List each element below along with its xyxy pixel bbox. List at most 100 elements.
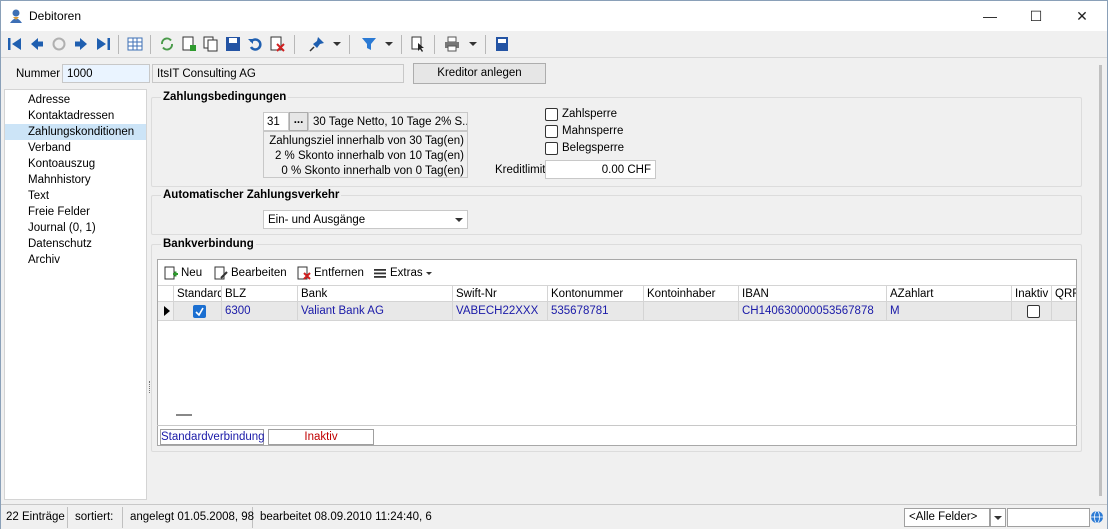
zahlungsverkehr-select[interactable]: Ein- und Ausgänge bbox=[263, 210, 468, 229]
col-standard[interactable]: Standard bbox=[174, 286, 222, 302]
close-button[interactable]: ✕ bbox=[1059, 1, 1105, 31]
nav-item-datenschutz[interactable]: Datenschutz bbox=[5, 236, 146, 252]
chevron-down-icon bbox=[333, 42, 341, 46]
col-kontoinhaber[interactable]: Kontoinhaber bbox=[644, 286, 739, 302]
next-record-button[interactable] bbox=[72, 35, 90, 53]
new-record-button[interactable] bbox=[180, 35, 198, 53]
printer-icon bbox=[445, 36, 459, 52]
filter-dropdown[interactable] bbox=[384, 35, 394, 53]
zahlungskondition-description: 30 Tage Netto, 10 Tage 2% S... bbox=[308, 112, 468, 131]
nav-item-freie-felder[interactable]: Freie Felder bbox=[5, 204, 146, 220]
nav-item-kontoauszug[interactable]: Kontoauszug bbox=[5, 156, 146, 172]
col-iban[interactable]: IBAN bbox=[739, 286, 887, 302]
bank-edit-button[interactable]: Bearbeiten bbox=[214, 265, 287, 281]
zahlungskondition-code-input[interactable]: 31 bbox=[263, 112, 289, 131]
nav-item-adresse[interactable]: Adresse bbox=[5, 92, 146, 108]
legend-standardverbindung: Standardverbindung bbox=[160, 429, 265, 445]
kreditor-anlegen-button[interactable]: Kreditor anlegen bbox=[413, 63, 546, 84]
vertical-scrollbar[interactable] bbox=[1094, 59, 1107, 502]
refresh-disabled-button[interactable] bbox=[50, 35, 68, 53]
row-indicator-header bbox=[158, 286, 174, 302]
bankverbindung-title: Bankverbindung bbox=[161, 238, 256, 250]
chevron-down-icon bbox=[469, 42, 477, 46]
bank-extras-menu[interactable]: Extras bbox=[373, 265, 432, 281]
blz-cell[interactable]: 6300 bbox=[222, 302, 298, 320]
nav-item-mahnhistory[interactable]: Mahnhistory bbox=[5, 172, 146, 188]
col-azahlart[interactable]: AZahlart bbox=[887, 286, 1012, 302]
nav-item-zahlungskonditionen[interactable]: Zahlungskonditionen bbox=[5, 124, 146, 140]
nav-item-text[interactable]: Text bbox=[5, 188, 146, 204]
bank-extras-label: Extras bbox=[390, 267, 423, 279]
legend-inaktiv: Inaktiv bbox=[268, 429, 374, 445]
table-view-button[interactable] bbox=[126, 35, 144, 53]
standard-cell bbox=[174, 302, 222, 320]
row-indicator bbox=[158, 302, 174, 320]
maximize-icon: ☐ bbox=[1029, 7, 1043, 24]
standard-checkbox[interactable] bbox=[192, 304, 206, 318]
swift-cell[interactable]: VABECH22XXX bbox=[453, 302, 548, 320]
col-bank[interactable]: Bank bbox=[298, 286, 453, 302]
col-swift[interactable]: Swift-Nr bbox=[453, 286, 548, 302]
new-document-icon bbox=[182, 36, 196, 51]
nummer-input[interactable]: 1000 bbox=[62, 64, 150, 83]
section-nav: Adresse Kontaktadressen Zahlungskonditio… bbox=[4, 89, 147, 500]
bank-new-button[interactable]: Neu bbox=[164, 265, 202, 281]
layout-button[interactable] bbox=[493, 35, 511, 53]
status-search-input[interactable] bbox=[1007, 508, 1090, 527]
kreditlimit-input[interactable]: 0.00 CHF bbox=[545, 160, 656, 179]
globe-icon[interactable] bbox=[1090, 510, 1104, 524]
document-cursor-button[interactable] bbox=[409, 35, 427, 53]
pin-dropdown[interactable] bbox=[332, 35, 342, 53]
grid-hscroll-thumb[interactable] bbox=[176, 414, 192, 416]
col-inaktiv[interactable]: Inaktiv bbox=[1012, 286, 1052, 302]
check-icon bbox=[194, 307, 204, 316]
nav-item-archiv[interactable]: Archiv bbox=[5, 252, 146, 268]
scrollbar-thumb[interactable] bbox=[1099, 65, 1102, 496]
delete-icon bbox=[297, 266, 311, 280]
table-icon bbox=[127, 37, 143, 51]
first-record-button[interactable] bbox=[6, 35, 24, 53]
bank-new-label: Neu bbox=[181, 267, 203, 279]
col-blz[interactable]: BLZ bbox=[222, 286, 298, 302]
nav-item-kontaktadressen[interactable]: Kontaktadressen bbox=[5, 108, 146, 124]
undo-button[interactable] bbox=[246, 35, 264, 53]
inaktiv-checkbox[interactable] bbox=[1026, 304, 1040, 318]
mahnsperre-checkbox[interactable] bbox=[545, 125, 558, 138]
pin-button[interactable] bbox=[308, 35, 326, 53]
kontonummer-cell[interactable]: 535678781 bbox=[548, 302, 644, 320]
iban-cell[interactable]: CH1406300000535678​78 bbox=[739, 302, 887, 320]
nav-item-verband[interactable]: Verband bbox=[5, 140, 146, 156]
bank-remove-button[interactable]: Entfernen bbox=[297, 265, 364, 281]
zahlungskondition-browse-button[interactable]: ... bbox=[289, 112, 308, 131]
inaktiv-cell bbox=[1012, 302, 1052, 320]
filter-field-dropdown[interactable] bbox=[990, 508, 1006, 527]
qrf-cell[interactable] bbox=[1052, 302, 1076, 320]
col-qrf[interactable]: QRF bbox=[1052, 286, 1076, 302]
zahlsperre-checkbox[interactable] bbox=[545, 108, 558, 121]
delete-button[interactable] bbox=[268, 35, 286, 53]
save-button[interactable] bbox=[224, 35, 242, 53]
azahlart-cell[interactable]: M bbox=[887, 302, 1012, 320]
refresh-button[interactable] bbox=[158, 35, 176, 53]
filter-field-select[interactable]: <Alle Felder> bbox=[904, 508, 990, 527]
print-button[interactable] bbox=[443, 35, 461, 53]
title-bar: Debitoren — ☐ ✕ bbox=[1, 1, 1107, 31]
zahlungsverkehr-dropdown-button[interactable] bbox=[452, 212, 466, 227]
belegsperre-checkbox[interactable] bbox=[545, 142, 558, 155]
prev-record-button[interactable] bbox=[28, 35, 46, 53]
table-row[interactable]: 6300 Valiant Bank AG VABECH22XXX 5356787… bbox=[158, 302, 1076, 321]
col-kontonummer[interactable]: Kontonummer bbox=[548, 286, 644, 302]
copy-record-button[interactable] bbox=[202, 35, 220, 53]
new-document-icon bbox=[164, 266, 178, 280]
bank-cell[interactable]: Valiant Bank AG bbox=[298, 302, 453, 320]
maximize-button[interactable]: ☐ bbox=[1013, 1, 1059, 31]
status-created: angelegt 01.05.2008, 98 bbox=[125, 507, 254, 528]
last-record-button[interactable] bbox=[94, 35, 112, 53]
filter-button[interactable] bbox=[360, 35, 378, 53]
nav-item-journal[interactable]: Journal (0, 1) bbox=[5, 220, 146, 236]
minimize-button[interactable]: — bbox=[967, 1, 1013, 31]
document-pointer-icon bbox=[411, 36, 424, 52]
print-dropdown[interactable] bbox=[468, 35, 478, 53]
row-pointer-icon bbox=[164, 306, 170, 316]
kontoinhaber-cell[interactable] bbox=[644, 302, 739, 320]
